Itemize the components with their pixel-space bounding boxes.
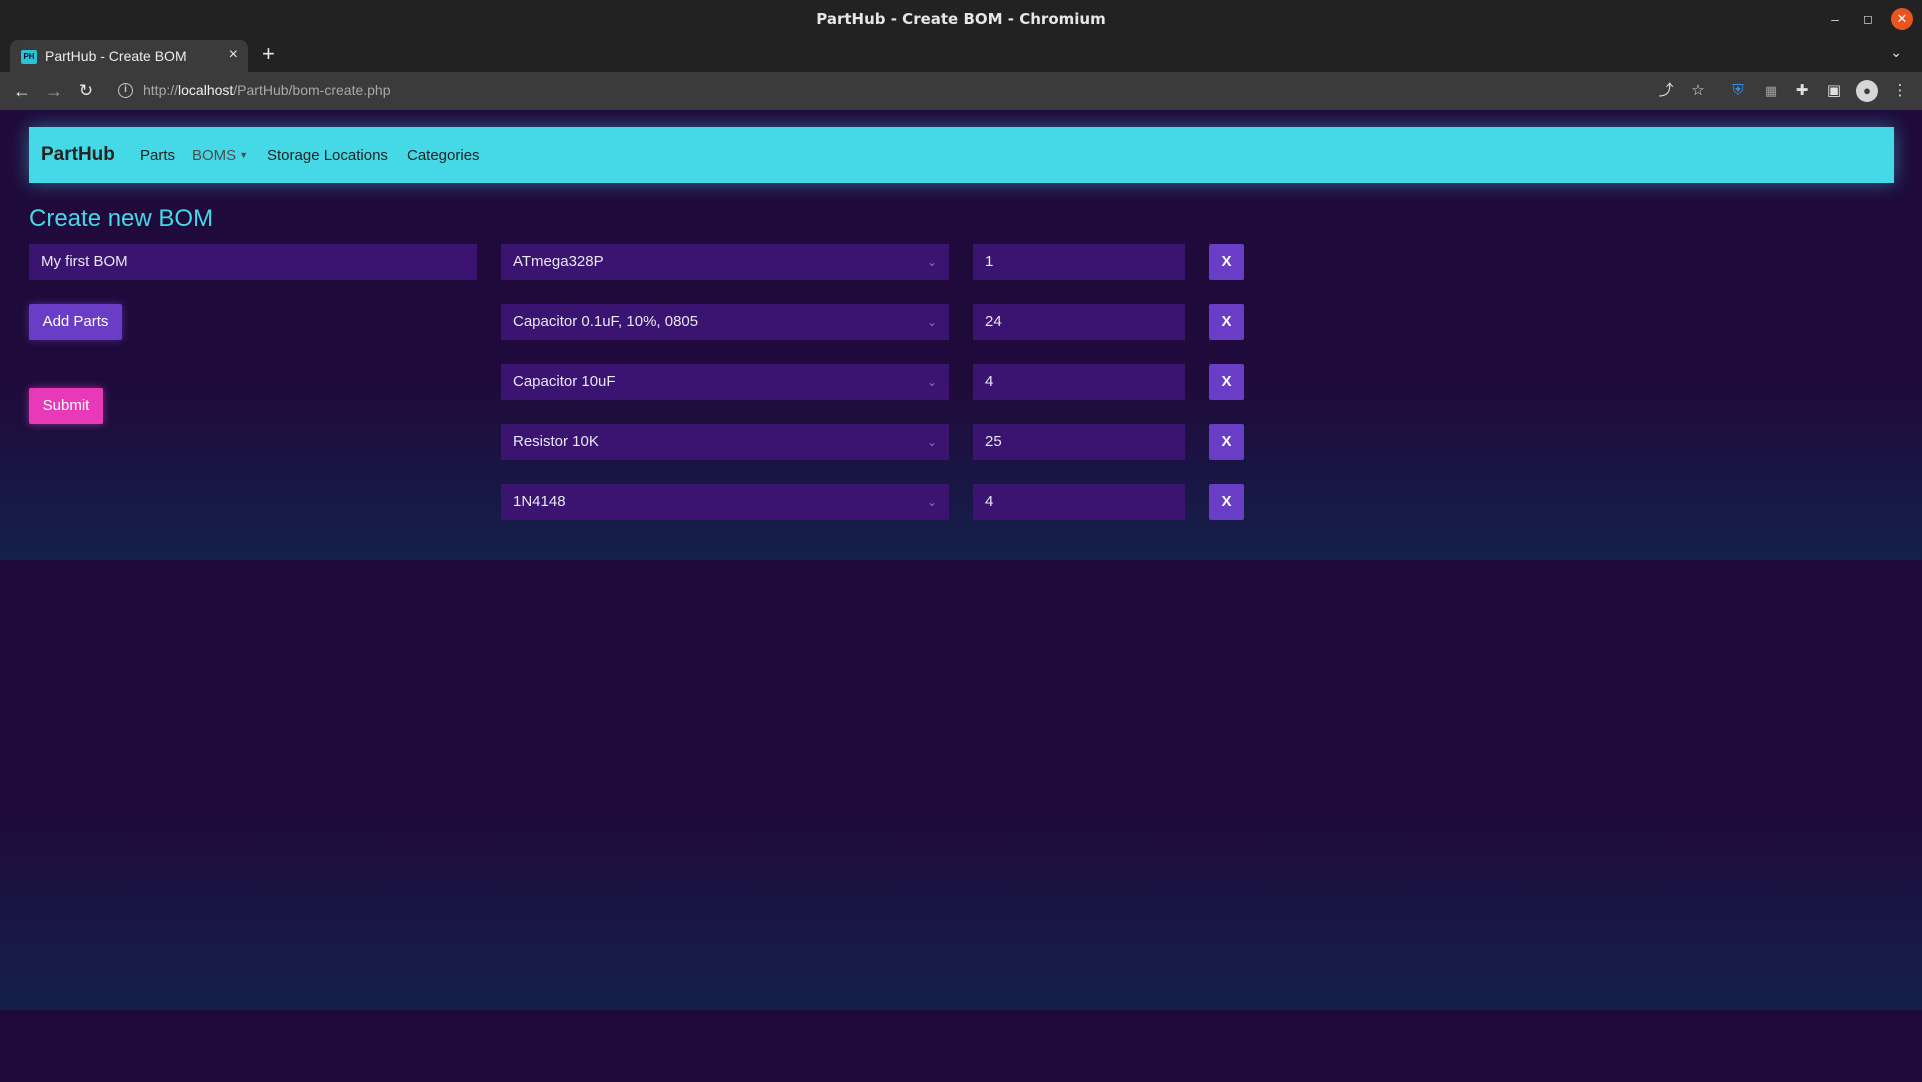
quantity-input[interactable]: 24	[973, 304, 1185, 340]
chevron-down-icon: ⌄	[926, 315, 937, 329]
tab-title: PartHub - Create BOM	[45, 48, 187, 64]
background-band	[0, 560, 1922, 1010]
part-select-value: Resistor 10K	[513, 433, 599, 450]
part-select[interactable]: Capacitor 0.1uF, 10%, 0805 ⌄	[501, 304, 949, 340]
url-path: /PartHub/bom-create.php	[233, 82, 391, 98]
new-tab-icon[interactable]: +	[262, 42, 275, 66]
window-title: PartHub - Create BOM - Chromium	[816, 10, 1106, 28]
site-navbar: PartHub Parts BOMS ▼ Storage Locations Ca…	[29, 127, 1894, 183]
chevron-down-icon: ⌄	[926, 255, 937, 269]
window-titlebar: PartHub - Create BOM - Chromium – ◻ ✕	[0, 0, 1922, 38]
back-arrow-icon[interactable]: ←	[9, 78, 35, 104]
part-select[interactable]: ATmega328P ⌄	[501, 244, 949, 280]
chevron-down-icon: ⌄	[926, 495, 937, 509]
forward-arrow-icon[interactable]: →	[41, 78, 67, 104]
page-content: PartHub Parts BOMS ▼ Storage Locations Ca…	[0, 110, 1922, 1082]
remove-part-button[interactable]: X	[1209, 304, 1244, 340]
favicon-icon: PH	[21, 50, 37, 64]
tab-active[interactable]: PH PartHub - Create BOM ×	[10, 40, 248, 72]
minimize-icon[interactable]: –	[1824, 8, 1846, 30]
part-row: 1N4148 ⌄ 4 X	[0, 484, 1922, 520]
reload-icon[interactable]: ↻	[73, 78, 99, 104]
part-select-value: ATmega328P	[513, 253, 604, 270]
remove-part-button[interactable]: X	[1209, 244, 1244, 280]
part-row: Capacitor 10uF ⌄ 4 X	[0, 364, 1922, 400]
maximize-icon[interactable]: ◻	[1857, 8, 1879, 30]
nav-link-categories[interactable]: Categories	[407, 147, 480, 164]
part-select-value: Capacitor 10uF	[513, 373, 616, 390]
quantity-input[interactable]: 4	[973, 364, 1185, 400]
caret-down-icon: ▼	[239, 150, 249, 160]
nav-link-storage-locations[interactable]: Storage Locations	[267, 147, 388, 164]
browser-toolbar: ← → ↻ i http://localhost/PartHub/bom-cre…	[0, 72, 1922, 110]
profile-avatar-icon[interactable]: ●	[1856, 80, 1878, 102]
part-select[interactable]: Resistor 10K ⌄	[501, 424, 949, 460]
tab-strip: PH PartHub - Create BOM × + ⌄	[0, 38, 1922, 72]
close-window-icon[interactable]: ✕	[1891, 8, 1913, 30]
quantity-input[interactable]: 1	[973, 244, 1185, 280]
nav-dropdown-boms-label: BOMS	[192, 147, 237, 164]
remove-part-button[interactable]: X	[1209, 484, 1244, 520]
url-host: localhost	[178, 82, 234, 98]
site-info-icon[interactable]: i	[118, 83, 133, 98]
part-select-value: 1N4148	[513, 493, 566, 510]
share-icon[interactable]: ⤴	[1656, 81, 1676, 101]
extensions-puzzle-icon[interactable]: ✚	[1792, 81, 1812, 101]
url-scheme: http://	[143, 82, 179, 98]
tab-close-icon[interactable]: ×	[229, 46, 238, 64]
address-bar[interactable]: http://localhost/PartHub/bom-create.php	[143, 82, 391, 98]
part-select[interactable]: Capacitor 10uF ⌄	[501, 364, 949, 400]
side-panel-icon[interactable]: ▣	[1824, 81, 1844, 101]
chevron-down-icon: ⌄	[926, 375, 937, 389]
part-row: Resistor 10K ⌄ 25 X	[0, 424, 1922, 460]
background-band	[0, 1010, 1922, 1082]
tab-search-chevron-icon[interactable]: ⌄	[1890, 44, 1902, 61]
part-select[interactable]: 1N4148 ⌄	[501, 484, 949, 520]
quantity-input[interactable]: 4	[973, 484, 1185, 520]
part-row: ATmega328P ⌄ 1 X	[0, 244, 1922, 280]
chevron-down-icon: ⌄	[926, 435, 937, 449]
nav-dropdown-boms[interactable]: BOMS ▼	[192, 147, 248, 164]
shield-extension-icon[interactable]: ⛨	[1728, 81, 1748, 101]
part-row: Capacitor 0.1uF, 10%, 0805 ⌄ 24 X	[0, 304, 1922, 340]
bookmark-star-icon[interactable]: ☆	[1688, 81, 1708, 101]
extension-grid-icon[interactable]: ▦	[1761, 81, 1781, 101]
browser-menu-icon[interactable]: ⋮	[1890, 81, 1910, 101]
brand-logo[interactable]: PartHub	[41, 144, 115, 166]
page-title: Create new BOM	[29, 205, 214, 232]
quantity-input[interactable]: 25	[973, 424, 1185, 460]
remove-part-button[interactable]: X	[1209, 424, 1244, 460]
remove-part-button[interactable]: X	[1209, 364, 1244, 400]
part-select-value: Capacitor 0.1uF, 10%, 0805	[513, 313, 699, 330]
nav-link-parts[interactable]: Parts	[140, 147, 175, 164]
